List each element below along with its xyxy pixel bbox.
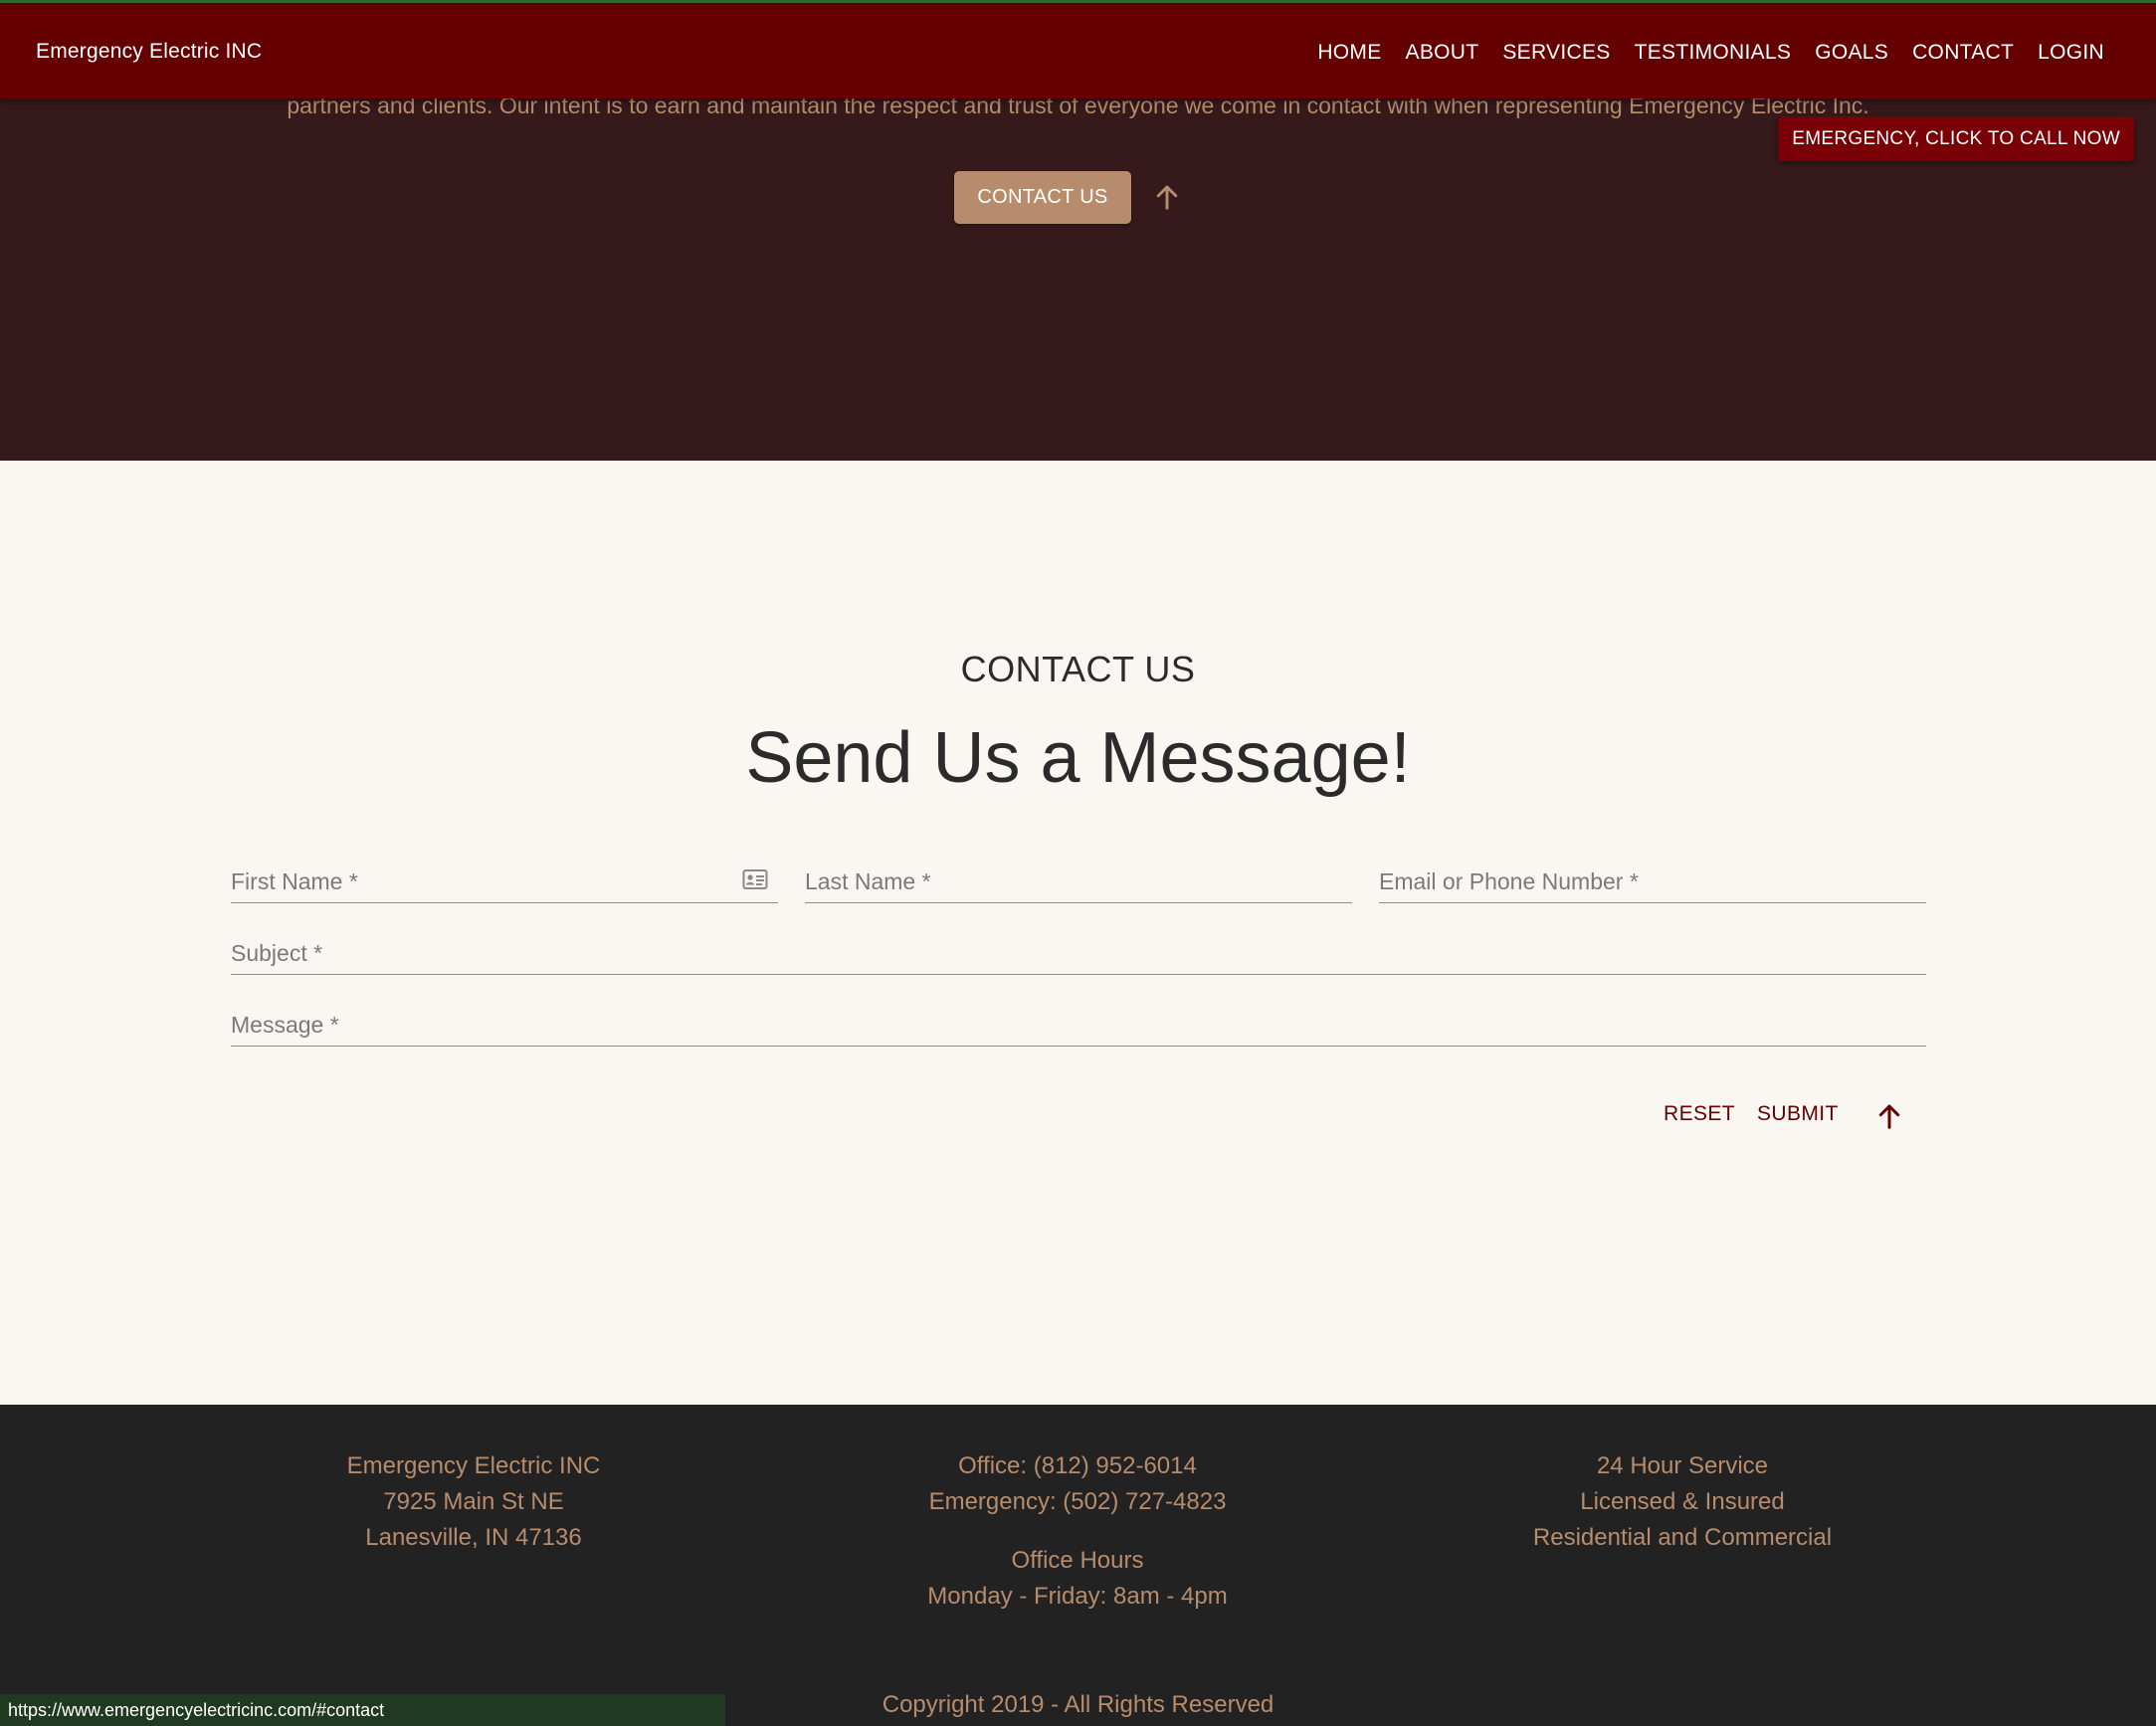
- top-navigation-bar: Emergency Electric INC HOME ABOUT SERVIC…: [0, 0, 2156, 98]
- last-name-field: [805, 858, 1352, 903]
- emergency-call-button[interactable]: EMERGENCY, CLICK TO CALL NOW: [1778, 116, 2134, 161]
- footer-service-3: Residential and Commercial: [1532, 1524, 1833, 1551]
- reset-button[interactable]: RESET: [1664, 1102, 1735, 1126]
- main-nav: HOME ABOUT SERVICES TESTIMONIALS GOALS C…: [1305, 37, 2116, 69]
- footer-office-hours: Monday - Friday: 8am - 4pm: [927, 1583, 1228, 1610]
- footer-address: Emergency Electric INC 7925 Main St NE L…: [275, 1448, 673, 1556]
- nav-contact[interactable]: CONTACT: [1900, 37, 2026, 69]
- last-name-input[interactable]: [805, 858, 1352, 902]
- footer-office-phone[interactable]: Office: (812) 952-6014: [879, 1448, 1276, 1484]
- message-field: [231, 1001, 1926, 1047]
- nav-about[interactable]: ABOUT: [1394, 37, 1491, 69]
- section-kicker: CONTACT US: [960, 649, 1196, 689]
- footer-service-1: 24 Hour Service: [1596, 1452, 1769, 1479]
- contact-us-button[interactable]: CONTACT US: [954, 171, 1131, 224]
- about-text-line: partners and clients. Our intent is to e…: [287, 98, 1869, 118]
- first-name-input[interactable]: [231, 858, 778, 902]
- contact-card-icon: [742, 869, 768, 889]
- submit-button[interactable]: SUBMIT: [1757, 1102, 1839, 1126]
- message-input[interactable]: [231, 1001, 1926, 1046]
- subject-input[interactable]: [231, 929, 1926, 974]
- status-bar-url: https://www.emergencyelectricinc.com/#co…: [0, 1694, 725, 1726]
- subject-field: [231, 929, 1926, 975]
- email-phone-field: [1379, 858, 1926, 903]
- footer-service-2: Licensed & Insured: [1580, 1488, 1785, 1515]
- first-name-field: [231, 858, 778, 903]
- nav-services[interactable]: SERVICES: [1490, 37, 1622, 69]
- footer-city: Lanesville, IN 47136: [365, 1524, 582, 1551]
- footer-phones: Office: (812) 952-6014 Emergency: (502) …: [879, 1448, 1276, 1615]
- footer-office-hours-title: Office Hours: [1011, 1547, 1144, 1574]
- arrow-up-icon[interactable]: [1152, 182, 1182, 212]
- nav-login[interactable]: LOGIN: [2026, 37, 2116, 69]
- section-heading: Send Us a Message!: [745, 718, 1411, 798]
- footer-street: 7925 Main St NE: [383, 1488, 564, 1515]
- arrow-up-icon[interactable]: [1874, 1101, 1904, 1131]
- footer-services: 24 Hour Service Licensed & Insured Resid…: [1483, 1448, 1881, 1556]
- footer-emergency-phone[interactable]: Emergency: (502) 727-4823: [879, 1484, 1276, 1520]
- nav-home[interactable]: HOME: [1305, 37, 1393, 69]
- footer: Emergency Electric INC 7925 Main St NE L…: [0, 1405, 2156, 1726]
- email-phone-input[interactable]: [1379, 858, 1926, 902]
- brand-name[interactable]: Emergency Electric INC: [36, 40, 262, 64]
- contact-section: CONTACT US Send Us a Message! RESET SUBM…: [0, 461, 2156, 1405]
- nav-testimonials[interactable]: TESTIMONIALS: [1623, 37, 1804, 69]
- nav-goals[interactable]: GOALS: [1803, 37, 1900, 69]
- footer-company-name: Emergency Electric INC: [346, 1452, 601, 1479]
